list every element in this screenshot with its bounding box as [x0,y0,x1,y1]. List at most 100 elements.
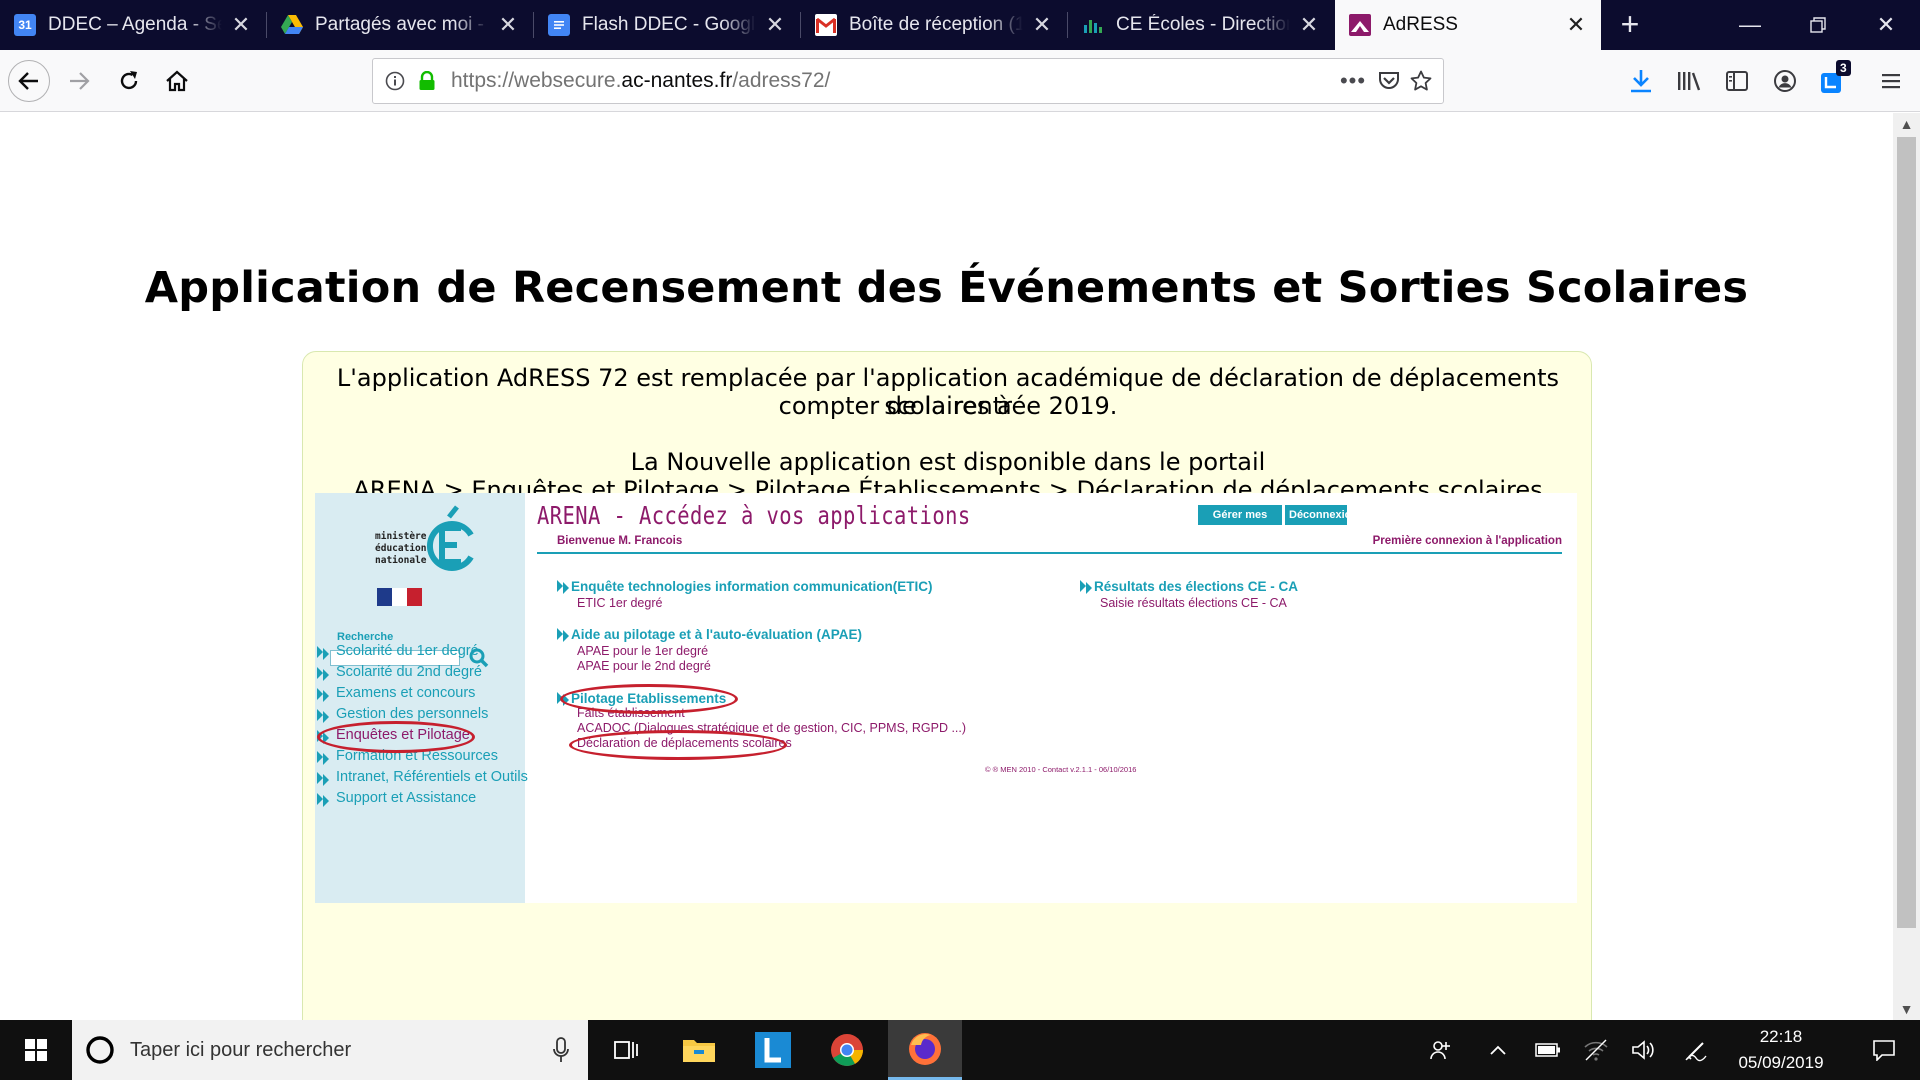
taskbar-search[interactable]: Taper ici pour rechercher [72,1020,588,1080]
firefox-button[interactable] [888,1020,962,1080]
arena-nav-label: Examens et concours [336,685,476,701]
chrome-button[interactable] [810,1020,884,1080]
search-label: Recherche [337,631,394,643]
taskbar-search-placeholder: Taper ici pour rechercher [130,1038,352,1061]
windows-taskbar: Taper ici pour rechercher 22:18 05/09/20… [0,1020,1920,1080]
tab-title: CE Écoles - Direction D [1116,14,1290,35]
back-button[interactable] [8,60,50,102]
cortana-icon [86,1036,114,1064]
restore-button[interactable] [1784,0,1852,50]
section-link[interactable]: Saisie résultats élections CE - CA [1100,596,1287,610]
people-icon[interactable] [1420,1020,1460,1080]
arrow-icon [1080,580,1092,594]
close-icon[interactable]: ✕ [1031,14,1053,36]
highlight-ring [569,730,787,760]
first-login-link[interactable]: Première connexion à l'application [1373,535,1562,547]
new-tab-button[interactable]: + [1612,0,1648,50]
arena-nav-label: Gestion des personnels [336,706,489,722]
menu-icon[interactable] [1874,64,1908,98]
tab-title: AdRESS [1383,14,1458,35]
lock-icon[interactable] [411,65,443,97]
url-prefix: https://websecure. [451,69,622,92]
close-icon[interactable]: ✕ [1565,14,1587,36]
extension-icon[interactable]: 3 [1816,60,1851,98]
tab-drive[interactable]: Partagés avec moi - Google Drive ✕ [267,0,533,50]
library-icon[interactable] [1672,64,1706,98]
tab-docs[interactable]: Flash DDEC - Google Docs ✕ [534,0,800,50]
arrow-icon [317,688,329,702]
clock-date: 05/09/2019 [1738,1053,1824,1072]
arrow-icon [557,580,569,594]
section-link[interactable]: APAE pour le 2nd degré [577,659,711,673]
network-icon[interactable] [1576,1020,1616,1080]
scrollbar-thumb[interactable] [1897,137,1916,928]
section-title[interactable]: Résultats des élections CE - CA [1094,579,1298,594]
tab-adress[interactable]: AdRESS ✕ [1335,0,1601,50]
tab-title: Partagés avec moi - Google Drive [315,14,489,35]
section-link[interactable]: APAE pour le 1er degré [577,644,708,658]
arrow-icon [317,667,329,681]
system-clock[interactable]: 22:18 05/09/2019 [1726,1024,1836,1076]
battery-icon[interactable] [1528,1020,1568,1080]
scroll-up-icon[interactable]: ▲ [1893,113,1920,135]
notifications-icon[interactable] [1852,1020,1916,1080]
section-title[interactable]: Aide au pilotage et à l'auto-évaluation … [571,627,862,642]
manage-favorites-button[interactable]: Gérer mes favoris [1198,505,1282,541]
arena-nav-item[interactable]: Support et Assistance [315,790,540,814]
account-icon[interactable] [1768,64,1802,98]
tab-title: Flash DDEC - Google Docs [582,14,756,35]
divider [537,552,1562,554]
minimize-button[interactable]: — [1716,0,1784,50]
l-app-button[interactable] [736,1020,810,1080]
close-icon[interactable]: ✕ [230,14,252,36]
scroll-down-icon[interactable]: ▼ [1893,998,1920,1020]
close-icon[interactable]: ✕ [764,14,786,36]
tab-strip: 31 DDEC – Agenda - Semaine ✕ Partagés av… [0,0,1920,50]
arrow-icon [557,628,569,642]
logout-button[interactable]: Déconnexion [1285,505,1358,525]
calendar-icon: 31 [14,14,36,36]
close-window-button[interactable]: ✕ [1852,0,1920,50]
downloads-icon[interactable] [1624,64,1658,98]
start-button[interactable] [0,1020,72,1080]
more-actions-icon[interactable]: ••• [1337,65,1369,97]
microphone-icon[interactable] [552,1037,570,1063]
home-button[interactable] [156,60,198,102]
reload-button[interactable] [108,60,150,102]
vertical-scrollbar[interactable]: ▲ ▼ [1893,113,1920,1020]
tab-agenda[interactable]: 31 DDEC – Agenda - Semaine ✕ [0,0,266,50]
url-bar[interactable]: https://websecure.ac-nantes.fr/adress72/… [372,58,1444,104]
tab-gmail[interactable]: Boîte de réception (1) ✕ [801,0,1067,50]
tab-title: Boîte de réception (1) [849,14,1023,35]
arrow-right-icon [70,72,90,90]
forward-button[interactable] [58,60,100,102]
chrome-icon [831,1034,863,1066]
notice-line-2: compter de la rentrée 2019. [778,392,1118,420]
sidebar-icon[interactable] [1720,64,1754,98]
chevron-up-icon[interactable] [1480,1020,1516,1080]
arena-heading: ARENA - Accédez à vos applications [537,501,971,530]
arena-nav-label: Scolarité du 1er degré [336,643,479,659]
arrow-icon [317,793,329,807]
tab-ce-ecoles[interactable]: CE Écoles - Direction D ✕ [1068,0,1334,50]
info-icon[interactable] [379,65,411,97]
volume-icon[interactable] [1624,1020,1664,1080]
ministry-logo-icon [426,505,474,571]
close-icon[interactable]: ✕ [497,14,519,36]
close-icon[interactable]: ✕ [1298,14,1320,36]
file-explorer-button[interactable] [662,1020,736,1080]
section-apae: Aide au pilotage et à l'auto-évaluation … [557,627,957,677]
task-view-button[interactable] [588,1020,662,1080]
section-link[interactable]: ETIC 1er degré [577,596,662,610]
task-view-icon [614,1041,638,1059]
logo-line: nationale [375,555,427,566]
arena-screenshot: ministère éducation nationale Recherche … [315,493,1577,903]
arrow-icon [317,709,329,723]
clock-time: 22:18 [1759,1027,1803,1046]
pen-icon[interactable] [1676,1020,1716,1080]
pocket-icon[interactable] [1373,65,1405,97]
section-title[interactable]: Enquête technologies information communi… [571,579,933,594]
bookmark-star-icon[interactable] [1405,65,1437,97]
url-path: /adress72/ [732,69,831,92]
highlight-ring [560,684,738,714]
